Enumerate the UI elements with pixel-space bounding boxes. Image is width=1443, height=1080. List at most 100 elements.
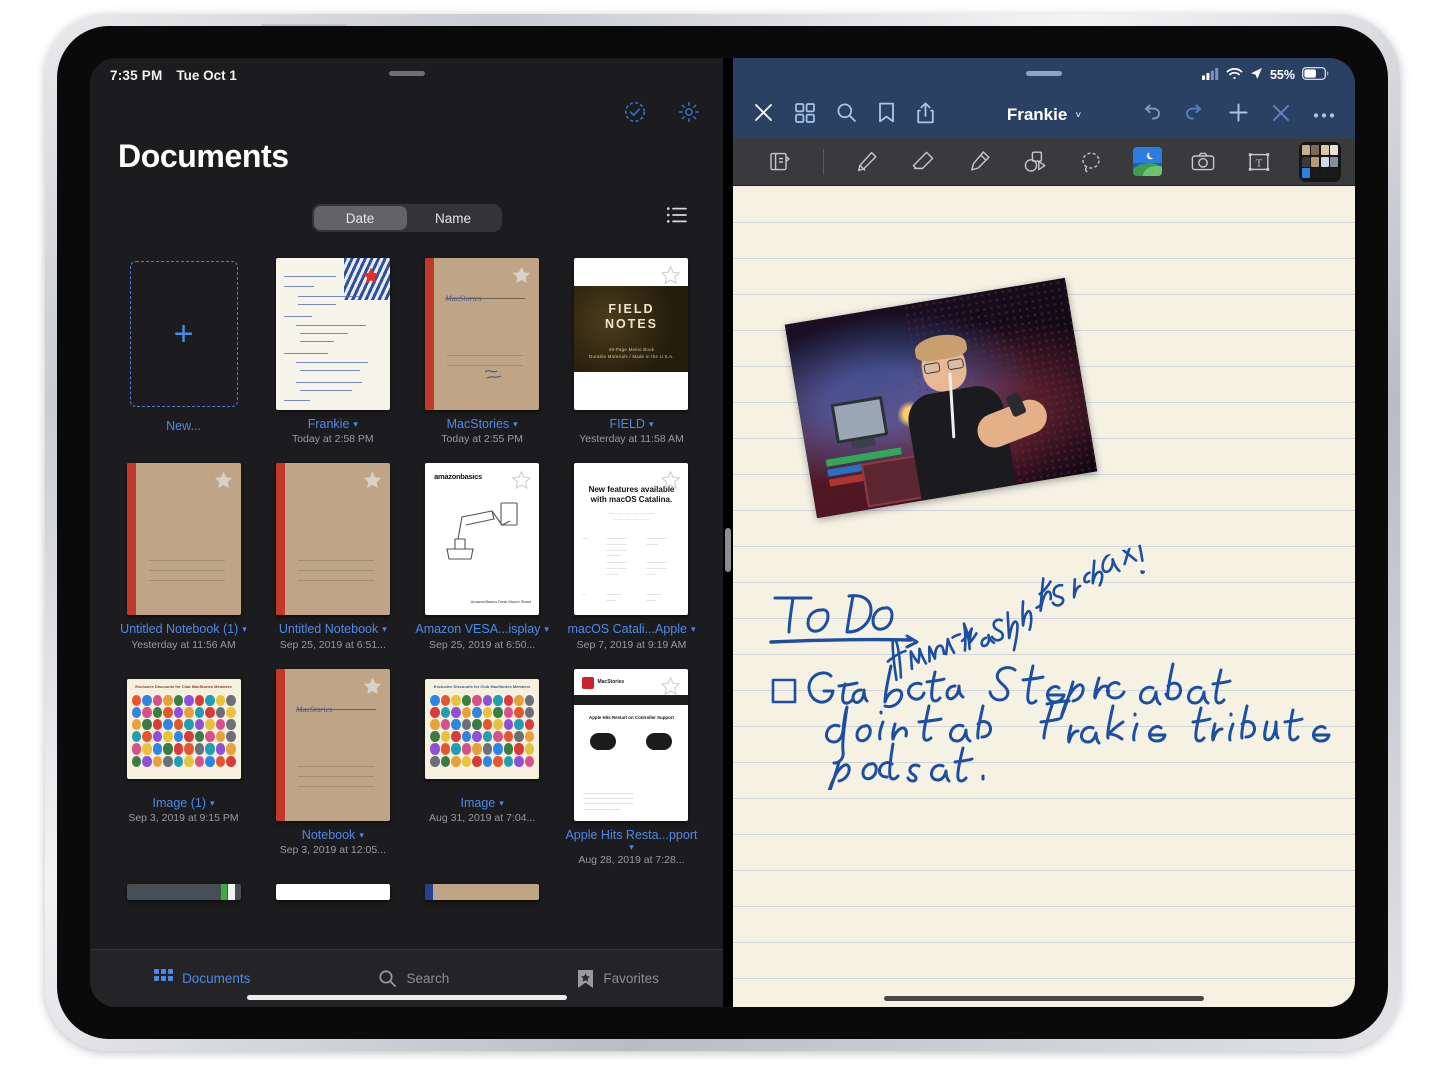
document-thumbnail[interactable]: MacStories <box>275 668 390 821</box>
location-icon <box>1250 67 1263 83</box>
eraser-icon[interactable] <box>908 147 938 177</box>
split-view-handle[interactable] <box>725 528 731 572</box>
bookmark-icon[interactable] <box>878 102 895 128</box>
chevron-down-icon[interactable]: ▾ <box>210 798 215 808</box>
status-date: Tue Oct 1 <box>176 67 237 83</box>
favorite-star-icon[interactable] <box>213 470 234 491</box>
ipad-screen: 7:35 PM Tue Oct 1 Documents Date Name + … <box>90 58 1355 1007</box>
chevron-down-icon[interactable]: ▾ <box>513 419 518 429</box>
sort-by-date-option[interactable]: Date <box>313 206 407 230</box>
document-thumbnail[interactable]: Exclusive Discounts for Club MacStories … <box>425 678 540 779</box>
list-item[interactable]: amazonbasics AmazonBasics Desk Mount Sta… <box>411 463 554 651</box>
list-item[interactable] <box>411 884 554 910</box>
field-notes-title: FIELD NOTES <box>604 302 659 332</box>
pen-icon[interactable] <box>852 147 882 177</box>
chevron-down-icon[interactable]: ▾ <box>242 624 247 634</box>
document-thumbnail[interactable] <box>275 463 390 616</box>
chevron-down-icon[interactable]: ▾ <box>691 624 696 634</box>
chevron-down-icon[interactable]: ▾ <box>382 624 387 634</box>
chevron-down-icon[interactable]: ˅ <box>1075 110 1081 121</box>
select-circle-icon[interactable] <box>623 100 647 124</box>
document-thumbnail[interactable]: New features available with macOS Catali… <box>574 463 689 616</box>
share-icon[interactable] <box>916 102 935 129</box>
list-item[interactable]: MacStories MacStories ▾ Today at 2:55 PM <box>411 258 554 445</box>
grid-icon[interactable] <box>795 102 815 128</box>
list-item[interactable]: Frankie ▾ Today at 2:58 PM <box>261 258 404 445</box>
gear-icon[interactable] <box>677 100 701 124</box>
photo-icon[interactable] <box>1132 147 1162 177</box>
list-item-date: Sep 3, 2019 at 12:05... <box>279 844 386 857</box>
list-item-title: Untitled Notebook ▾ <box>278 622 387 637</box>
documents-grid-scroll[interactable]: + New... Frankie ▾ Today at 2:58 PM MacS… <box>90 240 723 1007</box>
photo-picker-thumbnail-icon[interactable] <box>1299 142 1341 182</box>
list-item-title: Image ▾ <box>460 795 504 810</box>
highlighter-icon[interactable] <box>964 147 994 177</box>
close-icon[interactable] <box>753 102 774 128</box>
favorite-star-icon[interactable] <box>660 470 681 491</box>
document-thumbnail[interactable]: MacStories Apple Hits Restart on Control… <box>574 668 689 821</box>
chevron-down-icon[interactable]: ▾ <box>499 798 504 808</box>
list-item[interactable]: Untitled Notebook (1) ▾ Yesterday at 11:5… <box>112 463 255 651</box>
list-item-title: Untitled Notebook (1) ▾ <box>120 622 247 637</box>
note-canvas[interactable] <box>733 186 1355 1007</box>
tab-favorites[interactable]: Favorites <box>577 969 659 989</box>
document-thumbnail[interactable] <box>425 884 540 901</box>
list-item[interactable]: Exclusive Discounts for Club MacStories … <box>112 669 255 867</box>
list-item[interactable]: Exclusive Discounts for Club MacStories … <box>411 669 554 867</box>
list-icon[interactable] <box>666 206 688 229</box>
page-layout-icon[interactable] <box>765 147 795 177</box>
sort-by-name-option[interactable]: Name <box>407 206 500 230</box>
favorite-star-icon[interactable] <box>511 265 532 286</box>
more-icon[interactable] <box>1313 106 1335 124</box>
tab-search[interactable]: Search <box>378 969 449 988</box>
text-box-icon[interactable]: T <box>1244 147 1274 177</box>
kraft-title-text: MacStories <box>445 294 482 303</box>
favorite-star-icon[interactable] <box>660 676 681 697</box>
favorite-star-icon[interactable] <box>362 676 383 697</box>
list-item[interactable]: MacStories Notebook ▾ Sep 3, 2019 at 12:0… <box>261 668 404 867</box>
home-indicator[interactable] <box>246 995 567 1000</box>
document-thumbnail[interactable]: amazonbasics AmazonBasics Desk Mount Sta… <box>425 463 540 616</box>
list-item[interactable]: New features available with macOS Catali… <box>560 463 703 651</box>
shapes-icon[interactable] <box>1020 147 1050 177</box>
split-view-grabber[interactable] <box>1026 71 1062 76</box>
search-icon[interactable] <box>836 102 857 128</box>
chevron-down-icon[interactable]: ▾ <box>359 830 364 840</box>
document-thumbnail[interactable]: FIELD NOTES 48-Page Memo Book Durable Ma… <box>574 258 689 410</box>
inserted-photo[interactable] <box>784 277 1098 519</box>
undo-icon[interactable] <box>1140 103 1162 128</box>
lasso-icon[interactable] <box>1076 147 1106 177</box>
list-item[interactable]: Untitled Notebook ▾ Sep 25, 2019 at 6:51.… <box>261 463 404 651</box>
home-indicator[interactable] <box>884 996 1204 1001</box>
chevron-down-icon[interactable]: ▾ <box>649 419 654 429</box>
document-thumbnail[interactable]: MacStories <box>425 258 540 410</box>
document-thumbnail[interactable] <box>126 463 241 616</box>
list-item[interactable] <box>261 884 404 910</box>
split-view-grabber[interactable] <box>388 71 425 76</box>
favorite-star-icon[interactable] <box>511 470 532 491</box>
camera-icon[interactable] <box>1188 147 1218 177</box>
plus-icon[interactable] <box>1228 102 1249 128</box>
tab-documents[interactable]: Documents <box>154 969 250 988</box>
left-status-bar: 7:35 PM Tue Oct 1 <box>90 58 723 92</box>
ruled-line <box>733 546 1355 547</box>
redo-icon[interactable] <box>1184 103 1206 128</box>
new-document-label: New... <box>166 419 201 433</box>
chevron-down-icon[interactable]: ▾ <box>629 842 634 852</box>
close-x-icon[interactable] <box>1271 103 1291 128</box>
grid-icon <box>154 969 174 988</box>
chevron-down-icon[interactable]: ▾ <box>544 624 549 634</box>
document-thumbnail[interactable] <box>126 884 241 901</box>
plus-icon[interactable]: + <box>129 261 238 407</box>
list-item[interactable] <box>112 884 255 910</box>
document-thumbnail[interactable] <box>275 884 390 901</box>
favorite-star-icon[interactable] <box>362 470 383 491</box>
chevron-down-icon[interactable]: ▾ <box>353 419 358 429</box>
document-thumbnail[interactable]: Exclusive Discounts for Club MacStories … <box>126 678 241 779</box>
document-thumbnail[interactable] <box>275 258 390 410</box>
new-document-cell[interactable]: + New... <box>112 258 255 445</box>
favorite-star-icon[interactable] <box>660 265 681 286</box>
split-view-divider[interactable] <box>723 58 733 1007</box>
list-item[interactable]: MacStories Apple Hits Restart on Control… <box>560 668 703 866</box>
list-item[interactable]: FIELD NOTES 48-Page Memo Book Durable Ma… <box>560 258 703 445</box>
